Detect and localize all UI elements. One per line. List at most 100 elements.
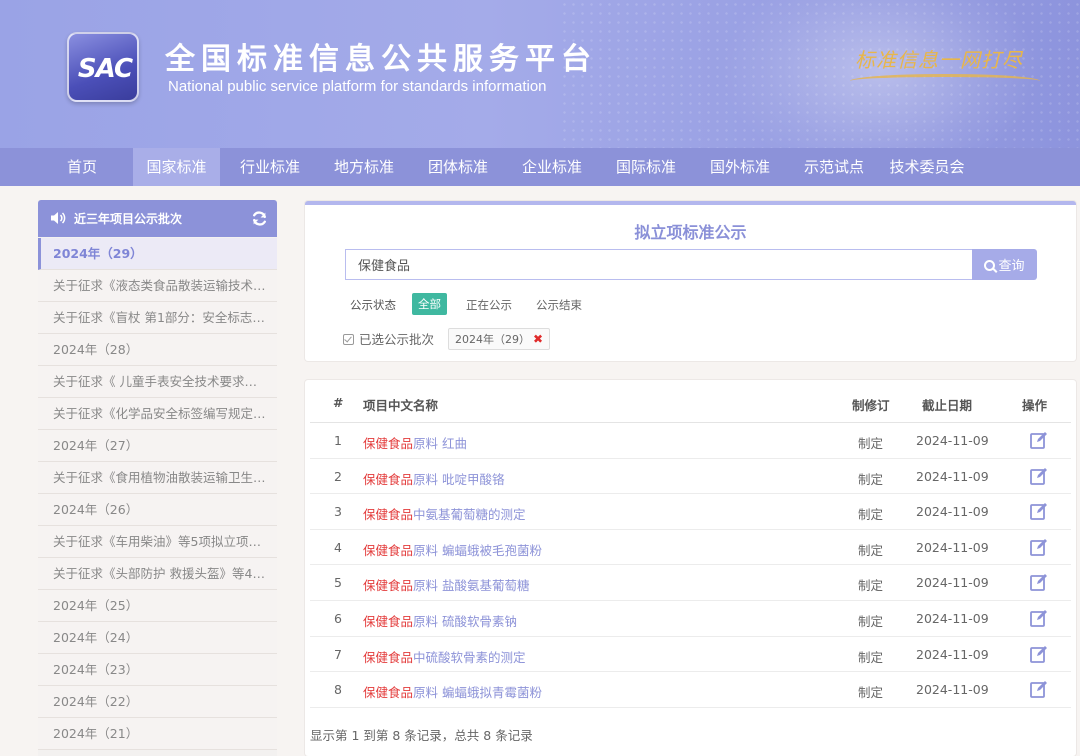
revision-type: 制定 (858, 614, 884, 629)
name-highlight: 保健食品 (363, 614, 414, 629)
revision-type: 制定 (858, 685, 884, 701)
slogan: 标准信息一网打尽 (855, 48, 1023, 72)
sidebar-batch-item[interactable]: 关于征求《头部防护 救援头盔》等44… (38, 558, 277, 590)
project-name-link[interactable]: 保健食品原料 硫酸软骨素钠 (363, 611, 517, 630)
edit-icon[interactable] (1029, 466, 1049, 486)
sidebar-batch-item[interactable]: 关于征求《 儿童手表安全技术要求》… (38, 366, 277, 398)
selected-batch-chip: 2024年（29） ✖ (448, 328, 551, 350)
logo-text: SAC (77, 54, 133, 84)
search-panel: 拟立项标准公示 查询 公示状态 全部 正在公示 公示结束 已选公示批次 2024… (305, 201, 1076, 361)
deadline-date: 2024-11-09 (916, 539, 989, 555)
col-action: 操作 (1022, 398, 1048, 413)
nav-item-0[interactable]: 首页 (53, 148, 111, 186)
edit-icon[interactable] (1029, 608, 1049, 628)
name-highlight: 保健食品 (363, 578, 414, 594)
edit-icon[interactable] (1029, 644, 1049, 664)
table-row: 8 保健食品原料 蝙蝠蛾拟青霉菌粉 制定 2024-11-09 (310, 672, 1071, 708)
deadline-date: 2024-11-09 (916, 504, 989, 520)
nav-item-3[interactable]: 地方标准 (322, 148, 406, 186)
col-name: 项目中文名称 (363, 398, 439, 413)
edit-icon[interactable] (1029, 572, 1049, 592)
edit-icon[interactable] (1029, 537, 1049, 557)
selected-label-text: 已选公示批次 (359, 332, 435, 347)
nav-item-5[interactable]: 企业标准 (510, 148, 594, 186)
project-name-link[interactable]: 保健食品原料 吡啶甲酸铬 (363, 469, 505, 488)
sidebar-batch-item[interactable]: 关于征求《液态类食品散装运输技术… (38, 270, 277, 302)
row-number: 5 (334, 575, 342, 591)
name-rest: 原料 蝙蝠蛾拟青霉菌粉 (413, 685, 542, 701)
project-name-link[interactable]: 保健食品原料 红曲 (363, 433, 467, 452)
row-number: 1 (334, 433, 342, 448)
project-name-link[interactable]: 保健食品中硫酸软骨素的测定 (363, 647, 526, 666)
table-row: 5 保健食品原料 盐酸氨基葡萄糖 制定 2024-11-09 (310, 565, 1071, 601)
name-highlight: 保健食品 (363, 649, 414, 665)
deadline-date: 2024-11-09 (916, 646, 989, 662)
remove-chip-icon[interactable]: ✖ (533, 332, 543, 346)
filter-all[interactable]: 全部 (412, 293, 447, 315)
sidebar-year-item[interactable]: 2024年（24） (38, 622, 277, 654)
sidebar-batch-item[interactable]: 关于征求《车用柴油》等5项拟立项… (38, 526, 277, 558)
filter-ended[interactable]: 公示结束 (536, 297, 582, 313)
panel-title: 拟立项标准公示 (634, 223, 747, 242)
nav-item-4[interactable]: 团体标准 (416, 148, 500, 186)
sidebar-year-item[interactable]: 2024年（22） (38, 686, 277, 718)
nav-item-2[interactable]: 行业标准 (228, 148, 312, 186)
sidebar-year-item[interactable]: 2024年（25） (38, 590, 277, 622)
nav-item-7[interactable]: 国外标准 (698, 148, 782, 186)
nav-item-6[interactable]: 国际标准 (604, 148, 688, 186)
table-header: # 项目中文名称 制修订 截止日期 操作 (310, 380, 1071, 423)
sidebar-year-item[interactable]: 2024年（21） (38, 718, 277, 750)
name-highlight: 保健食品 (363, 436, 414, 451)
table-row: 2 保健食品原料 吡啶甲酸铬 制定 2024-11-09 (310, 459, 1071, 495)
name-highlight: 保健食品 (363, 685, 414, 701)
table-footer: 显示第 1 到第 8 条记录，总共 8 条记录 (310, 728, 533, 743)
sidebar-year-item[interactable]: 2024年（28） (38, 334, 277, 366)
selected-batch-label: 已选公示批次 (343, 329, 434, 348)
col-revision: 制修订 (852, 398, 890, 413)
deadline-date: 2024-11-09 (916, 433, 989, 448)
project-name-link[interactable]: 保健食品原料 盐酸氨基葡萄糖 (363, 575, 530, 594)
sac-logo[interactable]: SAC (67, 32, 139, 102)
name-rest: 原料 红曲 (413, 436, 467, 451)
nav-item-8[interactable]: 示范试点 (792, 148, 876, 186)
table-row: 7 保健食品中硫酸软骨素的测定 制定 2024-11-09 (310, 637, 1071, 673)
sidebar-year-item[interactable]: 2024年（23） (38, 654, 277, 686)
revision-type: 制定 (858, 507, 884, 523)
nav-item-9[interactable]: 技术委员会 (882, 148, 972, 186)
project-name-link[interactable]: 保健食品中氨基葡萄糖的测定 (363, 504, 526, 523)
search-button[interactable]: 查询 (972, 249, 1037, 280)
table-row: 6 保健食品原料 硫酸软骨素钠 制定 2024-11-09 (310, 601, 1071, 637)
nav-item-1[interactable]: 国家标准 (133, 148, 220, 186)
project-name-link[interactable]: 保健食品原料 蝙蝠蛾被毛孢菌粉 (363, 540, 542, 559)
speaker-icon (51, 212, 66, 224)
revision-type: 制定 (858, 471, 884, 487)
row-number: 6 (334, 611, 342, 626)
col-deadline: 截止日期 (922, 398, 973, 413)
sidebar-batch-item[interactable]: 关于征求《盲杖 第1部分：安全标志… (38, 302, 277, 334)
name-rest: 原料 蝙蝠蛾被毛孢菌粉 (413, 542, 542, 558)
edit-icon[interactable] (1029, 430, 1049, 450)
col-num: # (333, 395, 344, 410)
search-input[interactable] (345, 249, 973, 280)
deadline-date: 2024-11-09 (916, 611, 989, 626)
sidebar-year-item[interactable]: 2024年（27） (38, 430, 277, 462)
sidebar-batch-item[interactable]: 关于征求《化学品安全标签编写规定… (38, 398, 277, 430)
check-icon (343, 334, 354, 345)
name-rest: 中硫酸软骨素的测定 (413, 649, 526, 665)
filter-ongoing[interactable]: 正在公示 (466, 297, 512, 313)
sidebar-batch-item[interactable]: 关于征求《食用植物油散装运输卫生… (38, 462, 277, 494)
refresh-icon[interactable] (251, 210, 268, 227)
deadline-date: 2024-11-09 (916, 468, 989, 484)
project-name-link[interactable]: 保健食品原料 蝙蝠蛾拟青霉菌粉 (363, 682, 542, 701)
row-number: 3 (334, 504, 342, 520)
sidebar-year-item[interactable]: 2024年（26） (38, 494, 277, 526)
name-highlight: 保健食品 (363, 507, 414, 523)
batch-sidebar: 近三年项目公示批次 2024年（29） 关于征求《液态类食品散装运输技术… 关于征求… (38, 200, 277, 756)
name-rest: 原料 盐酸氨基葡萄糖 (413, 578, 530, 594)
edit-icon[interactable] (1029, 501, 1049, 521)
table-row: 4 保健食品原料 蝙蝠蛾被毛孢菌粉 制定 2024-11-09 (310, 530, 1071, 566)
name-rest: 中氨基葡萄糖的测定 (413, 507, 526, 523)
sidebar-year-item[interactable]: 2024年（29） (38, 238, 277, 270)
edit-icon[interactable] (1029, 679, 1049, 699)
site-subtitle: National public service platform for sta… (168, 78, 547, 95)
